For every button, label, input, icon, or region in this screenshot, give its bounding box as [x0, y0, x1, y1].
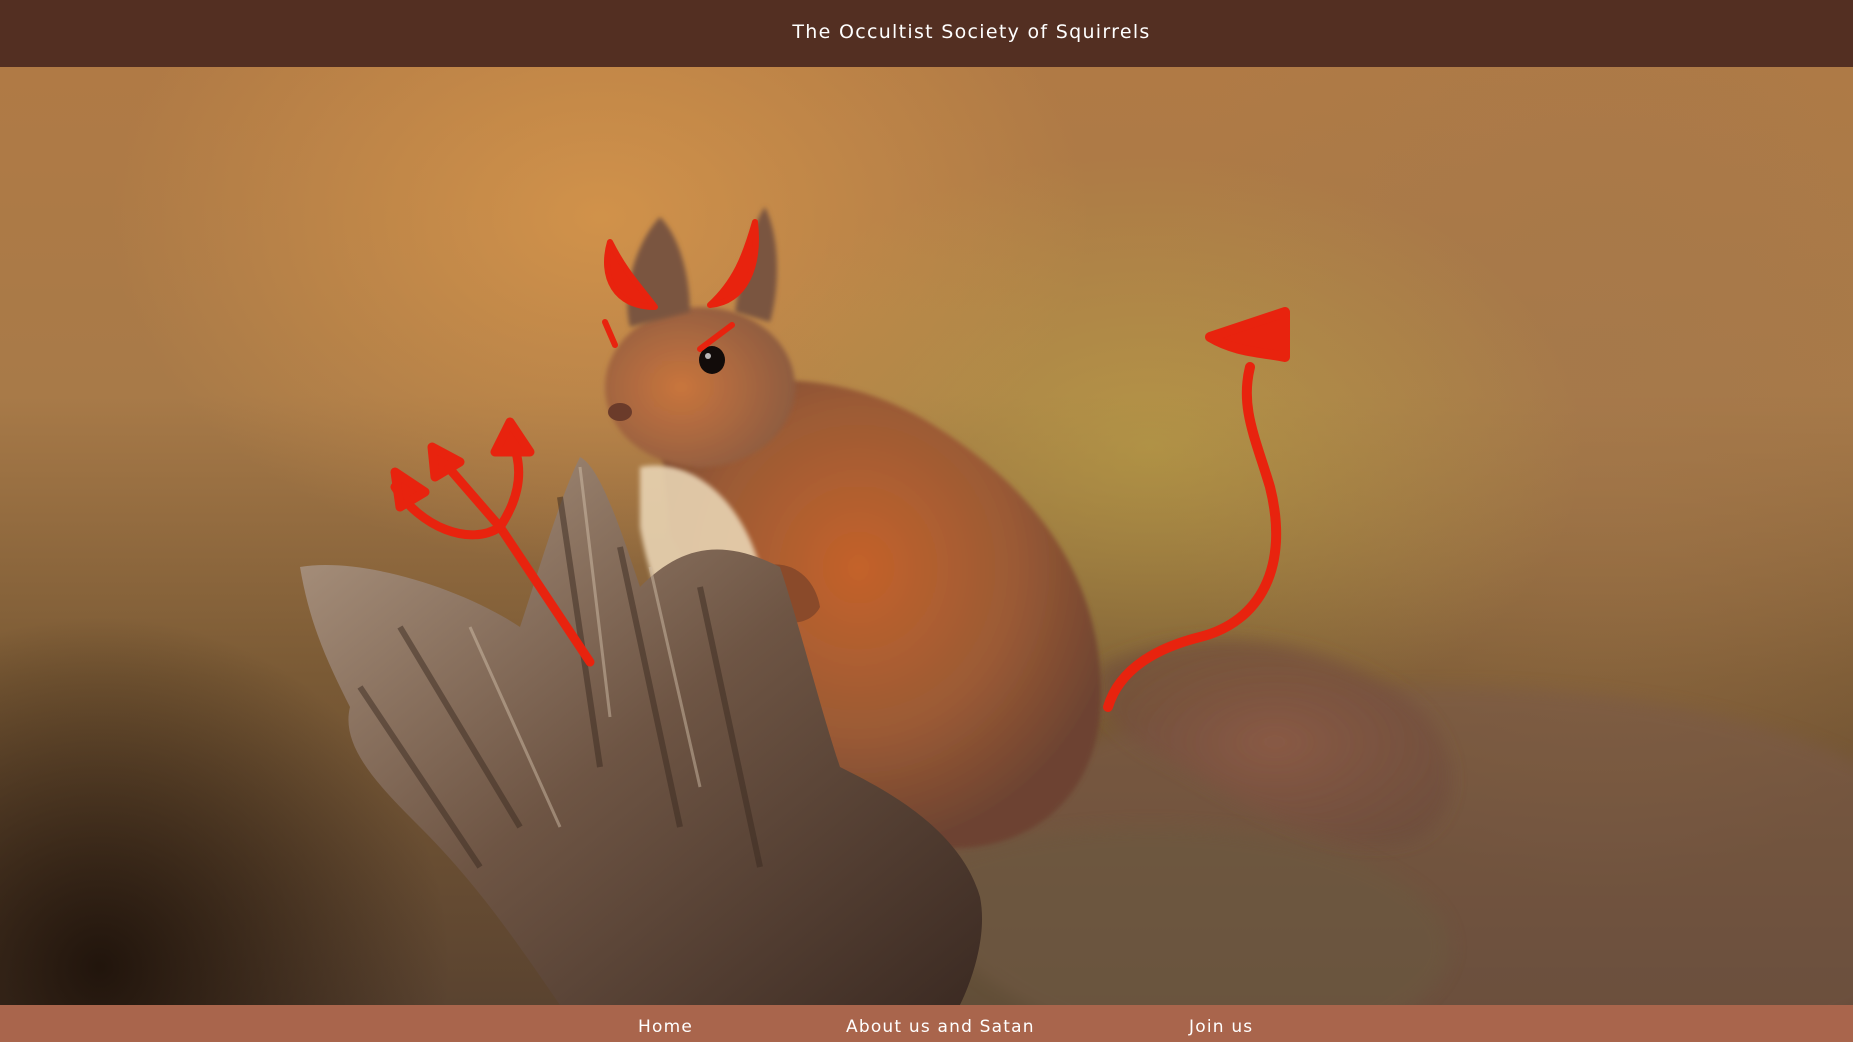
nav-link-about[interactable]: About us and Satan [846, 1005, 1035, 1042]
squirrel-photo [300, 207, 1853, 1005]
bottom-nav: Home About us and Satan Join us [0, 1005, 1853, 1042]
page: The Occultist Society of Squirrels Home … [0, 0, 1853, 1042]
hero-image [0, 67, 1853, 1005]
top-header: The Occultist Society of Squirrels [0, 0, 1853, 67]
nav-link-join[interactable]: Join us [1189, 1005, 1253, 1042]
site-title: The Occultist Society of Squirrels [792, 20, 1151, 43]
nav-link-home[interactable]: Home [638, 1005, 693, 1042]
